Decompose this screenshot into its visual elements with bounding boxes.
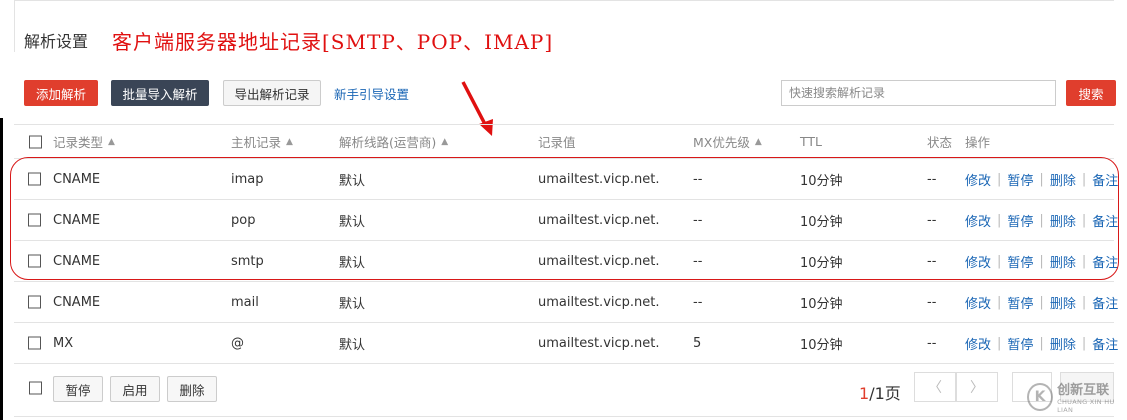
delete-link[interactable]: 删除 xyxy=(1050,334,1076,353)
current-page: 1 xyxy=(859,384,870,403)
cell-value: umailtest.vicp.net. xyxy=(538,335,660,351)
separator: | xyxy=(1039,335,1044,351)
cell-type: CNAME xyxy=(53,294,101,310)
header-ops: 操作 xyxy=(965,135,991,150)
header-line[interactable]: 解析线路(运营商) ▲ xyxy=(339,125,448,158)
pause-link[interactable]: 暂停 xyxy=(1007,293,1033,312)
sort-up-icon: ▲ xyxy=(286,136,293,147)
export-records-button[interactable]: 导出解析记录 xyxy=(223,80,321,106)
watermark-logo-icon: K xyxy=(1027,382,1054,411)
search-button[interactable]: 搜索 xyxy=(1066,80,1116,106)
separator: | xyxy=(1081,335,1087,351)
header-status: 状态 xyxy=(927,135,953,150)
cell-value: umailtest.vicp.net. xyxy=(538,294,660,310)
table-footer: 暂停 启用 删除 1/1页 〈 〉 xyxy=(14,362,1114,417)
page-title: 解析设置 xyxy=(24,32,89,51)
row-checkbox[interactable] xyxy=(28,295,41,309)
sort-up-icon: ▲ xyxy=(108,136,115,147)
guide-settings-link[interactable]: 新手引导设置 xyxy=(334,84,409,103)
cell-host: @ xyxy=(231,335,244,351)
chevron-left-icon: 〈 xyxy=(928,380,942,396)
separator: | xyxy=(1039,294,1044,310)
header-value: 记录值 xyxy=(538,135,576,150)
cell-ops: 修改 | 暂停 | 删除 | 备注 xyxy=(965,323,1118,363)
watermark-cn: 创新互联 xyxy=(1057,383,1110,398)
sort-up-icon: ▲ xyxy=(441,136,449,147)
cell-status: -- xyxy=(927,294,937,310)
pause-link[interactable]: 暂停 xyxy=(1007,334,1033,353)
table-row: CNAME mail 默认 umailtest.vicp.net. -- 10分钟 -- 修改… xyxy=(14,282,1118,323)
bulk-enable-button[interactable]: 启用 xyxy=(110,376,160,402)
batch-import-button[interactable]: 批量导入解析 xyxy=(111,80,209,106)
header-type[interactable]: 记录类型 ▲ xyxy=(53,125,115,158)
edit-link[interactable]: 修改 xyxy=(965,293,991,312)
cell-ttl: 10分钟 xyxy=(800,296,843,312)
cell-host: mail xyxy=(231,294,259,310)
header-ttl: TTL xyxy=(800,134,823,149)
top-border xyxy=(14,0,1114,1)
sort-up-icon: ▲ xyxy=(754,136,762,147)
cell-ttl: 10分钟 xyxy=(800,337,843,353)
row-checkbox[interactable] xyxy=(28,336,41,350)
table-row: MX @ 默认 umailtest.vicp.net. 5 10分钟 -- 修改 | 暂停 | 删除 |… xyxy=(14,323,1118,364)
cell-ops: 修改 | 暂停 | 删除 | 备注 xyxy=(965,282,1118,322)
cell-line: 默认 xyxy=(339,296,366,312)
separator: | xyxy=(997,294,1002,310)
cell-type: MX xyxy=(53,335,74,351)
total-pages: /1页 xyxy=(869,384,901,403)
edit-link[interactable]: 修改 xyxy=(965,334,991,353)
bulk-delete-button[interactable]: 删除 xyxy=(167,376,217,402)
watermark-logo: K 创新互联 CHUANG XIN HU LIAN xyxy=(1027,379,1127,414)
header-host[interactable]: 主机记录 ▲ xyxy=(231,125,293,158)
next-page-button[interactable]: 〉 xyxy=(956,372,998,402)
cell-status: -- xyxy=(927,335,937,351)
header-mx[interactable]: MX优先级 ▲ xyxy=(693,125,762,158)
cell-line: 默认 xyxy=(339,337,366,353)
left-black-edge xyxy=(0,118,3,420)
bulk-pause-button[interactable]: 暂停 xyxy=(53,376,103,402)
left-border xyxy=(14,0,15,52)
delete-link[interactable]: 删除 xyxy=(1050,293,1076,312)
note-link[interactable]: 备注 xyxy=(1092,334,1118,353)
highlight-annotation-box xyxy=(10,157,1119,280)
separator: | xyxy=(997,335,1002,351)
watermark-en: CHUANG XIN HU LIAN xyxy=(1057,398,1115,414)
cell-mx: 5 xyxy=(693,335,702,351)
separator: | xyxy=(1081,294,1087,310)
cell-mx: -- xyxy=(693,294,703,310)
annotation-caption: 客户端服务器地址记录[SMTP、POP、IMAP] xyxy=(112,30,554,54)
select-all-checkbox[interactable] xyxy=(29,135,42,148)
table-header: 记录类型 ▲ 主机记录 ▲ 解析线路(运营商) ▲ 记录值 MX优先级 ▲ TTL 状态… xyxy=(14,124,1114,159)
footer-select-all-checkbox[interactable] xyxy=(29,381,42,395)
prev-page-button[interactable]: 〈 xyxy=(914,372,956,402)
add-record-button[interactable]: 添加解析 xyxy=(24,80,98,106)
note-link[interactable]: 备注 xyxy=(1092,293,1118,312)
search-input[interactable] xyxy=(781,80,1056,106)
chevron-right-icon: 〉 xyxy=(970,380,984,396)
page-indicator: 1/1页 xyxy=(859,380,901,404)
